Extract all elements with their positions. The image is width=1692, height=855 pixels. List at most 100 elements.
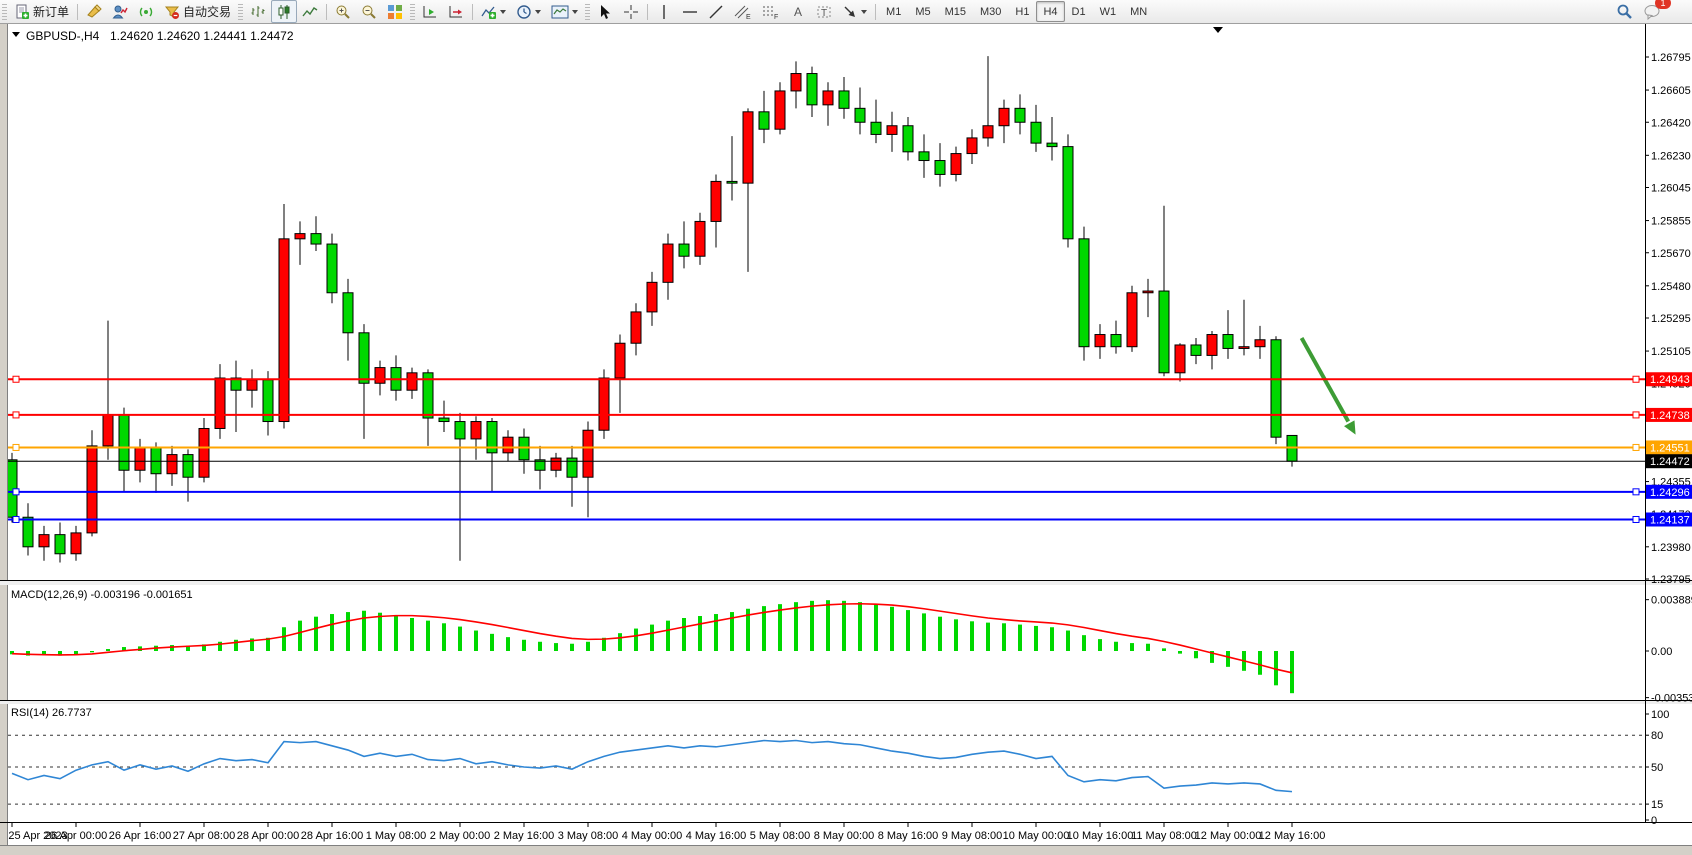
candle-up xyxy=(775,91,785,129)
candle-up xyxy=(695,221,705,256)
hline-handle[interactable] xyxy=(13,376,19,382)
macd-histogram-bar xyxy=(1146,644,1150,651)
trendline-tool-button[interactable] xyxy=(703,0,729,23)
auto-trading-button[interactable]: 自动交易 xyxy=(159,0,236,23)
price-tick-label: 1.26420 xyxy=(1651,117,1691,129)
hline-handle[interactable] xyxy=(13,444,19,450)
candle-down xyxy=(359,333,369,383)
search-button[interactable] xyxy=(1611,0,1638,23)
horizontal-line-tool-button[interactable] xyxy=(677,0,703,23)
signals-button[interactable] xyxy=(133,0,159,23)
candle-up xyxy=(199,428,209,477)
hline-handle[interactable] xyxy=(1633,489,1639,495)
fibonacci-tool-button[interactable]: F xyxy=(757,0,785,23)
macd-histogram-bar xyxy=(906,610,910,651)
time-axis-label: 2 May 00:00 xyxy=(430,830,491,842)
arrows-tool-button[interactable] xyxy=(837,0,872,23)
timeframe-button-h4[interactable]: H4 xyxy=(1036,1,1064,22)
candle-down xyxy=(519,437,529,460)
candle-down xyxy=(327,244,337,293)
hline-handle[interactable] xyxy=(13,412,19,418)
price-tick-label: 1.25855 xyxy=(1651,216,1691,228)
vertical-line-tool-button[interactable] xyxy=(651,0,677,23)
equidistant-channel-tool-button[interactable]: E xyxy=(729,0,757,23)
notifications-button[interactable]: 1 xyxy=(1638,0,1666,23)
timeframe-button-h1[interactable]: H1 xyxy=(1008,1,1036,22)
candle-up xyxy=(1175,345,1185,373)
candle-down xyxy=(679,244,689,256)
timeframe-button-mn[interactable]: MN xyxy=(1123,1,1154,22)
pane-splitter[interactable] xyxy=(0,701,1692,704)
new-order-label: 新订单 xyxy=(33,3,69,20)
candle-up xyxy=(967,138,977,154)
auto-scroll-button[interactable] xyxy=(417,0,443,23)
text-label-tool-button[interactable]: T xyxy=(811,0,837,23)
timeframe-button-m5[interactable]: M5 xyxy=(908,1,937,22)
line-chart-button[interactable] xyxy=(297,0,323,23)
macd-histogram-bar xyxy=(682,618,686,651)
toolbar-separator xyxy=(77,4,78,20)
time-axis-label: 2 May 16:00 xyxy=(494,830,555,842)
pane-splitter[interactable] xyxy=(0,581,1692,585)
new-order-button[interactable]: 新订单 xyxy=(9,0,74,23)
bar-chart-button[interactable] xyxy=(245,0,271,23)
hline-handle[interactable] xyxy=(1633,444,1639,450)
macd-histogram-bar xyxy=(282,627,286,651)
candle-up xyxy=(551,458,561,470)
timeframe-button-d1[interactable]: D1 xyxy=(1065,1,1093,22)
price-tick-label: 1.25105 xyxy=(1651,346,1691,358)
styler-button[interactable] xyxy=(81,0,107,23)
candle-down xyxy=(903,126,913,152)
hline-handle[interactable] xyxy=(13,516,19,522)
macd-histogram-bar xyxy=(394,615,398,651)
macd-histogram-bar xyxy=(218,642,222,651)
channel-icon: E xyxy=(734,4,752,20)
crosshair-tool-button[interactable] xyxy=(618,0,644,23)
timeframe-button-m30[interactable]: M30 xyxy=(973,1,1008,22)
dropdown-caret-icon xyxy=(572,10,578,14)
toolbar-separator xyxy=(875,4,876,20)
timeframe-button-m15[interactable]: M15 xyxy=(938,1,973,22)
macd-histogram-bar xyxy=(938,617,942,651)
candle-up xyxy=(599,378,609,430)
price-badge-label: 1.24137 xyxy=(1650,514,1690,526)
template-button[interactable] xyxy=(546,0,583,23)
hline-handle[interactable] xyxy=(13,489,19,495)
chart-shift-button[interactable] xyxy=(443,0,469,23)
text-tool-button[interactable]: A xyxy=(785,0,811,23)
time-axis-label: 27 Apr 08:00 xyxy=(173,830,235,842)
hline-handle[interactable] xyxy=(1633,376,1639,382)
price-chart[interactable]: GBPUSD-,H41.24620 1.24620 1.24441 1.2447… xyxy=(0,24,1692,855)
zoom-in-button[interactable] xyxy=(330,0,356,23)
zoom-out-button[interactable] xyxy=(356,0,382,23)
timeframe-button-w1[interactable]: W1 xyxy=(1093,1,1124,22)
period-button[interactable] xyxy=(511,0,546,23)
candle-down xyxy=(183,455,193,478)
cursor-tool-button[interactable] xyxy=(592,0,618,23)
hline-handle[interactable] xyxy=(1633,516,1639,522)
timeframe-button-m1[interactable]: M1 xyxy=(879,1,908,22)
macd-histogram-bar xyxy=(1098,639,1102,651)
new-order-icon xyxy=(14,4,30,20)
macd-histogram-bar xyxy=(554,643,558,651)
candle-up xyxy=(743,112,753,183)
indicators-button[interactable] xyxy=(476,0,511,23)
market-watch-button[interactable] xyxy=(107,0,133,23)
price-badge-label: 1.24551 xyxy=(1650,442,1690,454)
time-axis-label: 3 May 08:00 xyxy=(558,830,619,842)
tile-windows-button[interactable] xyxy=(382,0,408,23)
macd-histogram-bar xyxy=(410,618,414,651)
candle-up xyxy=(711,181,721,221)
hline-handle[interactable] xyxy=(1633,412,1639,418)
rsi-axis-label: 15 xyxy=(1651,799,1663,811)
price-tick-label: 1.25295 xyxy=(1651,313,1691,325)
horizontal-line-icon xyxy=(682,4,698,20)
macd-histogram-bar xyxy=(874,604,878,651)
time-axis-label: 26 Apr 00:00 xyxy=(45,830,107,842)
candle-up xyxy=(471,422,481,439)
price-tick-label: 1.25480 xyxy=(1651,281,1691,293)
channel-letter: E xyxy=(746,14,751,20)
candle-up xyxy=(631,312,641,343)
macd-histogram-bar xyxy=(826,600,830,651)
candlestick-chart-button[interactable] xyxy=(271,0,297,23)
